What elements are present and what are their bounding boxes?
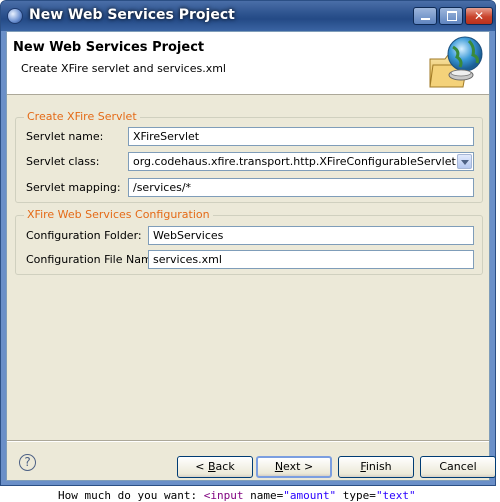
chevron-down-icon[interactable] <box>457 154 472 169</box>
config-folder-field[interactable]: WebServices <box>148 226 474 245</box>
servlet-class-row: Servlet class: org.codehaus.xfire.transp… <box>16 152 482 172</box>
finish-button[interactable]: Finish <box>338 456 414 478</box>
wizard-banner: New Web Services Project Create XFire se… <box>7 32 489 95</box>
servlet-class-label: Servlet class: <box>26 155 100 168</box>
next-mnemonic: N <box>274 460 284 473</box>
servlet-name-field[interactable]: XFireServlet <box>128 127 474 146</box>
next-label-rest: ext > <box>283 460 314 473</box>
background-code-line: How much do you want: <input name="amoun… <box>58 489 416 502</box>
minimize-button[interactable] <box>413 7 437 25</box>
app-icon <box>7 8 23 24</box>
servlet-group: Create XFire Servlet Servlet name: XFire… <box>15 110 483 203</box>
background-attr-type: type= <box>336 489 376 502</box>
config-file-field[interactable]: services.xml <box>148 250 474 269</box>
background-attr-type-value: "text" <box>375 489 416 502</box>
window-title: New Web Services Project <box>29 7 235 23</box>
close-button[interactable]: ✕ <box>465 7 493 25</box>
back-prefix: < <box>195 460 208 473</box>
banner-description: Create XFire servlet and services.xml <box>21 62 226 75</box>
servlet-name-label: Servlet name: <box>26 130 104 143</box>
button-bar-separator <box>7 440 489 442</box>
close-icon: ✕ <box>473 9 485 23</box>
dialog-window: New Web Services Project ✕ New Web Servi… <box>0 0 496 486</box>
back-mnemonic: B <box>208 460 216 473</box>
finish-label-rest: inish <box>365 460 392 473</box>
background-tag: <input <box>203 489 244 502</box>
banner-title: New Web Services Project <box>13 40 205 55</box>
web-services-folder-icon <box>429 36 483 88</box>
help-icon[interactable]: ? <box>19 454 36 471</box>
config-folder-row: Configuration Folder: WebServices <box>16 226 482 246</box>
config-file-label: Configuration File Name: <box>26 253 163 266</box>
back-button[interactable]: < Back <box>177 456 253 478</box>
servlet-mapping-row: Servlet mapping: /services/* <box>16 178 482 198</box>
servlet-group-legend: Create XFire Servlet <box>24 110 140 123</box>
config-group: XFire Web Services Configuration Configu… <box>15 208 483 275</box>
maximize-button[interactable] <box>439 7 463 25</box>
back-label-rest: ack <box>215 460 235 473</box>
background-attr-name: name= <box>243 489 284 502</box>
next-button[interactable]: Next > <box>256 456 332 478</box>
servlet-class-combo[interactable]: org.codehaus.xfire.transport.http.XFireC… <box>128 152 474 171</box>
servlet-class-value: org.codehaus.xfire.transport.http.XFireC… <box>133 155 456 168</box>
background-attr-value: "amount" <box>283 489 337 502</box>
config-folder-label: Configuration Folder: <box>26 229 142 242</box>
background-text: How much do you want: <box>58 489 198 502</box>
config-group-legend: XFire Web Services Configuration <box>24 208 213 221</box>
servlet-mapping-label: Servlet mapping: <box>26 181 121 194</box>
servlet-mapping-field[interactable]: /services/* <box>128 178 474 197</box>
dialog-client-area: New Web Services Project Create XFire se… <box>6 31 496 481</box>
cancel-button[interactable]: Cancel <box>420 456 496 478</box>
config-file-row: Configuration File Name: services.xml <box>16 250 482 270</box>
servlet-name-row: Servlet name: XFireServlet <box>16 127 482 147</box>
title-bar[interactable]: New Web Services Project ✕ <box>1 1 495 31</box>
